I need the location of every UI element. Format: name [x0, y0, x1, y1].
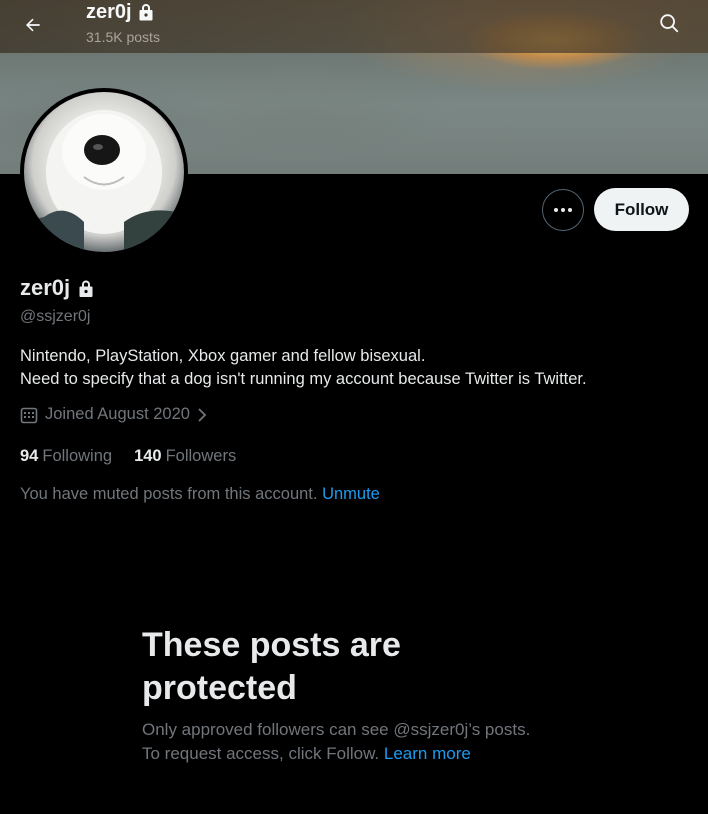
header-display-name: zer0j	[86, 1, 132, 23]
arrow-left-icon	[26, 18, 40, 32]
bio-line: Nintendo, PlayStation, Xbox gamer and fe…	[20, 347, 426, 365]
more-options-button[interactable]	[542, 189, 584, 231]
header-title: zer0j	[86, 0, 154, 24]
avatar-dog-image	[24, 110, 184, 252]
joined-text: Joined August 2020	[45, 405, 190, 423]
protected-title: These posts are protected	[142, 626, 401, 707]
muted-notice: You have muted posts from this account. …	[20, 485, 380, 504]
following-link[interactable]: 94 Following	[20, 447, 112, 466]
protected-desc-text: To request access, click Follow.	[142, 744, 380, 763]
calendar-icon	[20, 407, 38, 423]
follow-stats: 94 Following 140 Followers	[20, 447, 236, 466]
protected-desc-line: Only approved followers can see @ssjzer0…	[142, 720, 531, 739]
bio-line: Need to specify that a dog isn't running…	[20, 370, 587, 388]
header-post-count: 31.5K posts	[86, 29, 160, 45]
following-label: Following	[42, 447, 113, 465]
joined-date[interactable]: Joined August 2020	[20, 405, 207, 424]
lock-icon	[79, 280, 93, 297]
search-button[interactable]	[652, 6, 686, 40]
muted-text: You have muted posts from this account.	[20, 485, 318, 503]
learn-more-link[interactable]: Learn more	[384, 744, 471, 763]
more-dots-icon	[554, 208, 572, 212]
header-bar: zer0j 31.5K posts	[0, 0, 708, 53]
followers-link[interactable]: 140 Followers	[134, 447, 236, 466]
follow-button[interactable]: Follow	[594, 188, 689, 231]
followers-count: 140	[134, 447, 162, 465]
lock-icon	[139, 4, 153, 21]
display-name: zer0j	[20, 275, 94, 301]
avatar[interactable]	[20, 88, 188, 256]
search-icon	[660, 14, 679, 33]
profile-page: zer0j 31.5K posts Follow zer0j @ssjzer0j…	[0, 0, 708, 814]
followers-label: Followers	[165, 447, 237, 465]
protected-desc-line: To request access, click Follow. Learn m…	[142, 742, 642, 766]
unmute-link[interactable]: Unmute	[322, 485, 380, 503]
user-handle: @ssjzer0j	[20, 308, 91, 325]
chevron-right-icon	[198, 407, 207, 422]
following-count: 94	[20, 447, 39, 465]
protected-description: Only approved followers can see @ssjzer0…	[142, 718, 642, 766]
display-name-text: zer0j	[20, 275, 71, 300]
bio: Nintendo, PlayStation, Xbox gamer and fe…	[20, 345, 700, 391]
back-button[interactable]	[14, 6, 52, 44]
